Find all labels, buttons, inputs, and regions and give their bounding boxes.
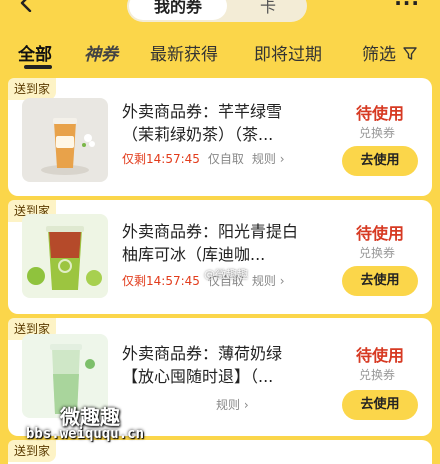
status-label: 待使用	[356, 224, 405, 243]
coupon-meta: 规则 ›	[122, 396, 249, 413]
more-dots-icon: ···	[394, 0, 420, 15]
top-nav: 我的券 卡 ···	[0, 0, 440, 26]
coupon-card[interactable]: 送到家 外卖商品券：芊芊绿雪（茉莉绿奶茶）（茶... 仅剩14:57:45 仅自取…	[8, 78, 432, 196]
tab-newest[interactable]: 最新获得	[150, 40, 218, 65]
coupon-type: 兑换券	[359, 246, 396, 260]
watermark-center: @微趣趣	[204, 268, 248, 281]
back-button[interactable]	[18, 0, 36, 12]
coupon-card[interactable]: 送到家	[8, 440, 432, 464]
rules-link[interactable]: 规则 ›	[252, 152, 285, 166]
coupon-card[interactable]: 送到家 外卖商品券：阳光青提白柚库可冰（库迪咖... 仅剩14:57:45 仅自取…	[8, 200, 432, 314]
coupon-title: 外卖商品券：芊芊绿雪（茉莉绿奶茶）（茶...	[122, 102, 283, 144]
coupon-type: 兑换券	[359, 126, 396, 140]
product-image	[22, 214, 108, 298]
tab-all[interactable]: 全部	[18, 40, 52, 65]
rules-link[interactable]: 规则 ›	[252, 274, 285, 288]
tab-super-coupons[interactable]: 神券	[84, 40, 118, 65]
rules-link[interactable]: 规则 ›	[216, 398, 249, 412]
segment-cards[interactable]: 卡	[231, 0, 305, 20]
coupon-type: 兑换券	[359, 368, 396, 382]
chevron-left-icon	[20, 0, 32, 12]
tab-filter[interactable]: 筛选	[362, 40, 396, 65]
status-label: 待使用	[356, 346, 405, 365]
tab-active-indicator	[24, 65, 52, 69]
filter-funnel-icon[interactable]	[402, 45, 418, 61]
segment-my-coupons[interactable]: 我的券	[129, 0, 227, 20]
status-label: 待使用	[356, 104, 405, 123]
remaining-time: 仅剩14:57:45	[122, 152, 200, 166]
more-button[interactable]: ···	[394, 0, 420, 13]
pickup-only: 仅自取	[207, 152, 244, 166]
product-image	[22, 98, 108, 182]
segment-control: 我的券 卡	[127, 0, 307, 22]
use-button[interactable]: 去使用	[342, 266, 418, 296]
watermark-url: bbs.weiququ.cn	[26, 426, 145, 442]
coupon-title: 外卖商品券：薄荷奶绿【放心囤随时退】（...	[122, 344, 283, 386]
filter-tabs: 全部 神券 最新获得 即将过期 筛选	[0, 38, 440, 72]
delivery-badge: 送到家	[8, 440, 57, 462]
delivery-badge: 送到家	[8, 78, 57, 100]
tab-expiring[interactable]: 即将过期	[254, 40, 322, 65]
coupon-title: 外卖商品券：阳光青提白柚库可冰（库迪咖...	[122, 222, 299, 264]
use-button[interactable]: 去使用	[342, 390, 418, 420]
remaining-time: 仅剩14:57:45	[122, 274, 200, 288]
use-button[interactable]: 去使用	[342, 146, 418, 176]
coupon-meta: 仅剩14:57:45 仅自取 规则 ›	[122, 150, 285, 167]
